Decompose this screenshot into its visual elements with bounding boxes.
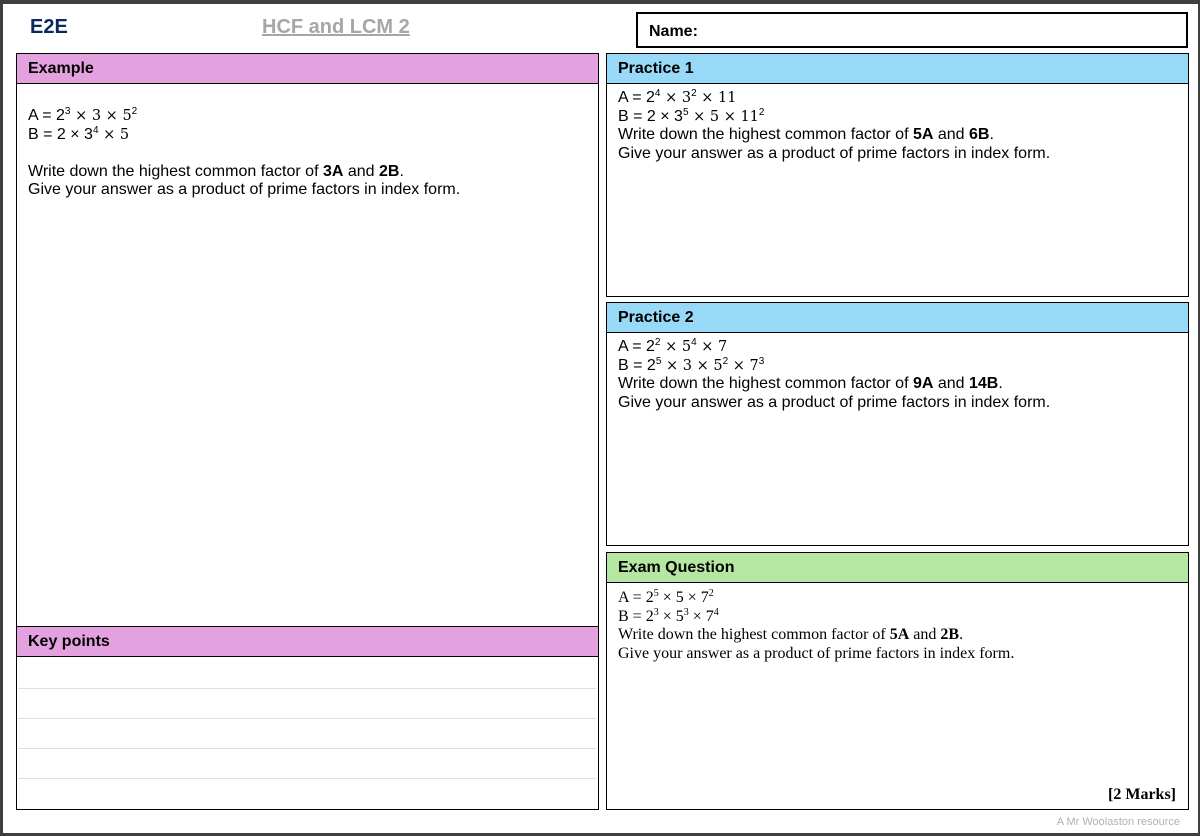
practice1-content: A = 24 × 32 × 11 B = 2 × 35 × 5 × 112 Wr… — [618, 89, 1050, 163]
key-points-rule — [18, 718, 596, 719]
practice2-content: A = 22 × 54 × 7 B = 25 × 3 × 52 × 73 Wri… — [618, 338, 1050, 412]
key-points-rule — [18, 778, 596, 779]
footer-credit: A Mr Woolaston resource — [1056, 816, 1180, 828]
practice2-heading: Practice 2 — [606, 302, 1189, 333]
practice2-instruction: Give your answer as a product of prime f… — [618, 393, 1051, 411]
key-points-rule — [18, 748, 596, 749]
name-field[interactable]: Name: — [636, 12, 1188, 48]
worksheet-code: E2E — [30, 16, 68, 38]
name-label: Name: — [649, 23, 698, 40]
example-heading: Example — [16, 53, 599, 84]
practice1-instruction: Give your answer as a product of prime f… — [618, 144, 1051, 162]
example-line-b: B = 2 × 34 × 5 — [28, 124, 130, 143]
key-points-rule — [18, 688, 596, 689]
exam-marks: [2 Marks] — [1108, 786, 1176, 803]
example-instruction: Give your answer as a product of prime f… — [28, 181, 461, 198]
practice1-line-a: A = 24 × 32 × 11 — [618, 88, 737, 107]
worksheet-title-link[interactable]: HCF and LCM 2 — [262, 16, 410, 39]
practice1-question: Write down the highest common factor of … — [618, 126, 994, 143]
example-content: A = 23 × 3 × 52 B = 2 × 34 × 5 Write dow… — [28, 107, 460, 200]
practice2-line-a: A = 22 × 54 × 7 — [618, 337, 728, 356]
practice1-heading: Practice 1 — [606, 53, 1189, 84]
exam-heading: Exam Question — [606, 552, 1189, 583]
example-line-a: A = 23 × 3 × 52 — [28, 106, 138, 125]
exam-content: A = 25 × 5 × 72 B = 23 × 53 × 74 Write d… — [618, 589, 1014, 663]
exam-line-b: B = 23 × 53 × 74 — [618, 606, 719, 625]
exam-line-a: A = 25 × 5 × 72 — [618, 588, 714, 607]
example-question: Write down the highest common factor of … — [28, 162, 404, 180]
practice2-question: Write down the highest common factor of … — [618, 375, 1003, 392]
key-points-heading: Key points — [16, 626, 599, 657]
exam-instruction: Give your answer as a product of prime f… — [618, 644, 1015, 662]
practice2-line-b: B = 25 × 3 × 52 × 73 — [618, 355, 765, 374]
practice1-line-b: B = 2 × 35 × 5 × 112 — [618, 106, 765, 125]
exam-question: Write down the highest common factor of … — [618, 626, 964, 643]
